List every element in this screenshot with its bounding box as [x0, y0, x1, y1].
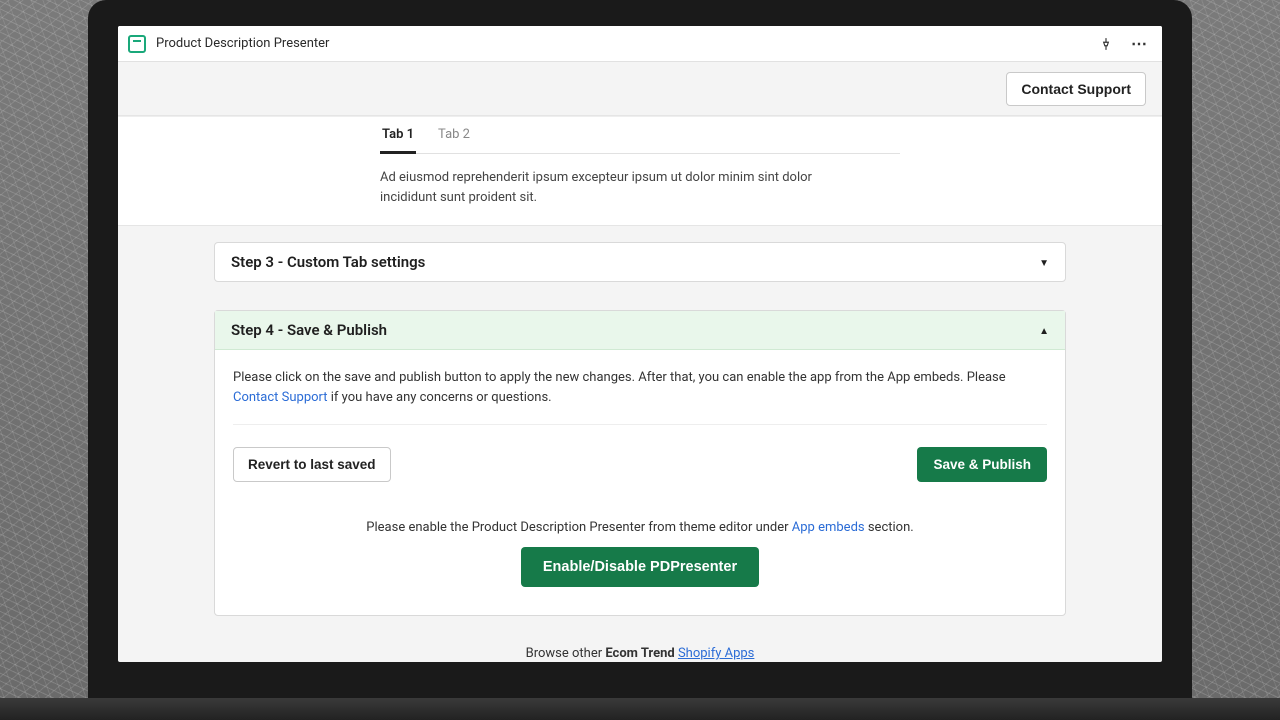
toolbar: Contact Support	[118, 62, 1162, 116]
contact-support-button[interactable]: Contact Support	[1006, 72, 1146, 106]
step4-header[interactable]: Step 4 - Save & Publish	[215, 311, 1065, 350]
app-title: Product Description Presenter	[156, 36, 329, 51]
step4-description: Please click on the save and publish but…	[233, 368, 1047, 425]
caret-down-icon	[1039, 255, 1049, 269]
revert-button[interactable]: Revert to last saved	[233, 447, 391, 482]
step3-header[interactable]: Step 3 - Custom Tab settings	[215, 243, 1065, 281]
enable-disable-button[interactable]: Enable/Disable PDPresenter	[521, 547, 759, 587]
enable-row: Please enable the Product Description Pr…	[233, 520, 1047, 587]
laptop-base	[0, 698, 1280, 720]
footer-brand: Ecom Trend	[605, 646, 674, 661]
step4-title: Step 4 - Save & Publish	[231, 321, 387, 339]
action-row: Revert to last saved Save & Publish	[233, 447, 1047, 482]
tab-body-text: Ad eiusmod reprehenderit ipsum excepteur…	[380, 168, 870, 207]
app-icon	[128, 35, 146, 53]
screen: Product Description Presenter ⋯ Contact …	[118, 26, 1162, 662]
caret-up-icon	[1039, 323, 1049, 337]
save-publish-button[interactable]: Save & Publish	[917, 447, 1047, 482]
app-embeds-link[interactable]: App embeds	[792, 520, 865, 535]
laptop-frame: Product Description Presenter ⋯ Contact …	[88, 0, 1192, 720]
step3-title: Step 3 - Custom Tab settings	[231, 253, 425, 271]
tab-2[interactable]: Tab 2	[436, 117, 472, 153]
pin-icon[interactable]	[1095, 33, 1117, 55]
step3-panel: Step 3 - Custom Tab settings	[214, 242, 1066, 282]
step4-panel: Step 4 - Save & Publish Please click on …	[214, 310, 1066, 616]
tab-list: Tab 1 Tab 2	[380, 117, 900, 154]
shopify-apps-link[interactable]: Shopify Apps	[678, 646, 754, 661]
main-content: Tab 1 Tab 2 Ad eiusmod reprehenderit ips…	[118, 116, 1162, 662]
titlebar: Product Description Presenter ⋯	[118, 26, 1162, 62]
tab-1[interactable]: Tab 1	[380, 117, 416, 154]
more-icon[interactable]: ⋯	[1127, 30, 1152, 57]
tab-preview-area: Tab 1 Tab 2 Ad eiusmod reprehenderit ips…	[118, 116, 1162, 226]
step4-body: Please click on the save and publish but…	[215, 350, 1065, 615]
contact-support-link[interactable]: Contact Support	[233, 390, 328, 405]
footer: Browse other Ecom Trend Shopify Apps	[214, 646, 1066, 661]
